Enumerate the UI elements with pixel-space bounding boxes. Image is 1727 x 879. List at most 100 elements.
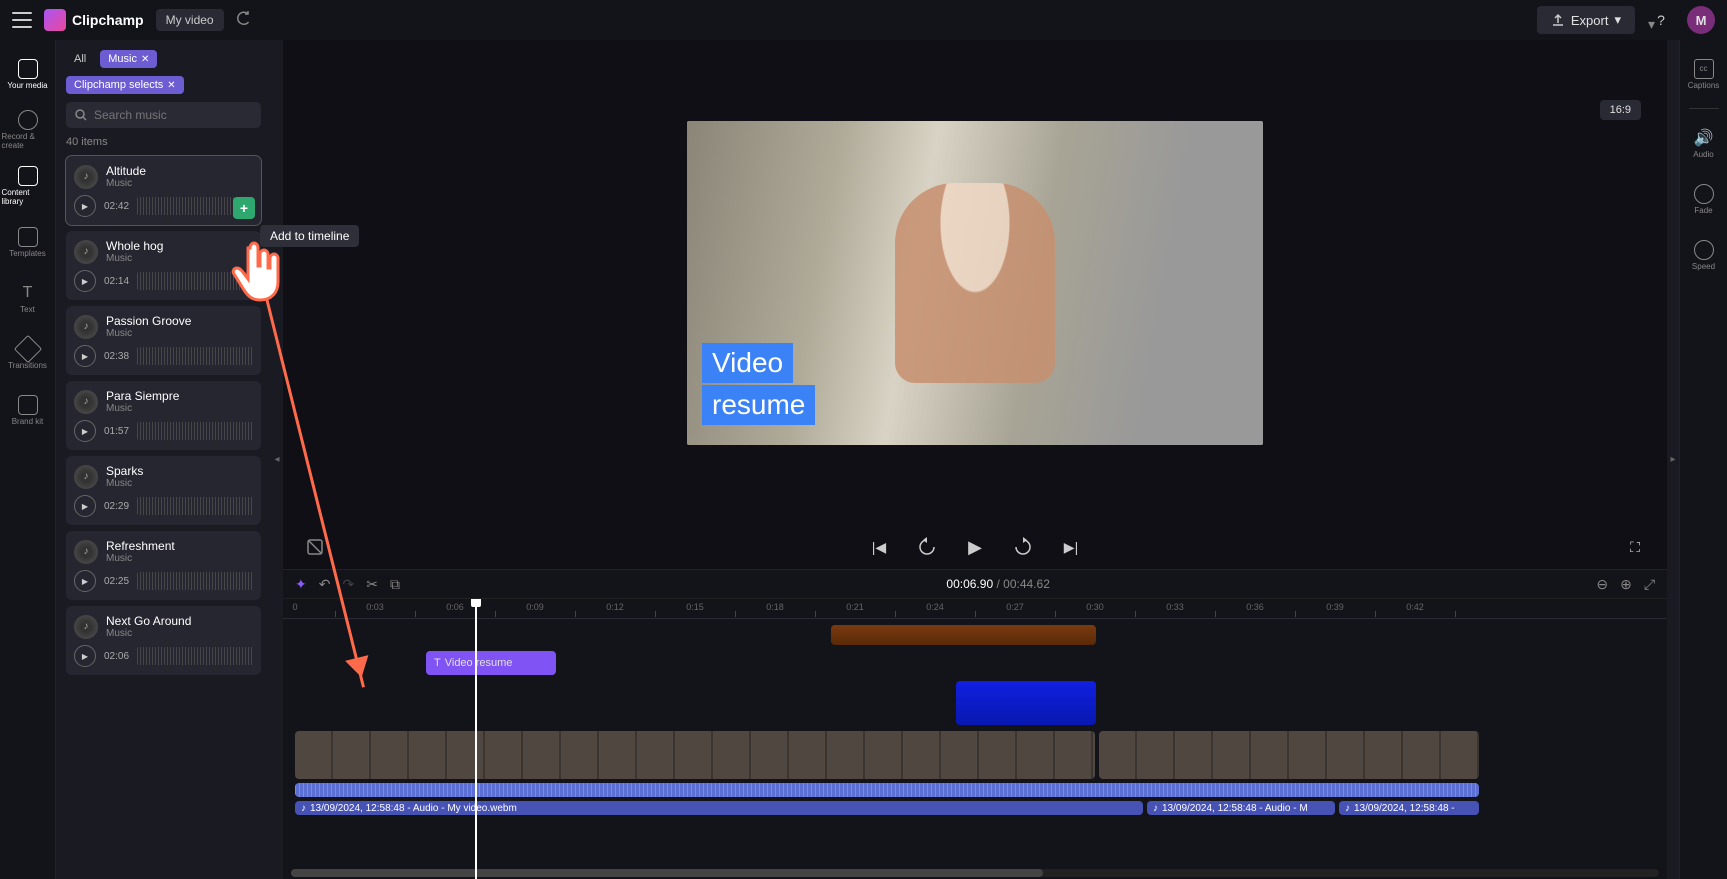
left-rail: Your media Record & create Content libra… — [0, 40, 56, 879]
rail-content-library[interactable]: Content library — [2, 160, 54, 212]
clip-text-overlay[interactable]: TVideo resume — [426, 651, 556, 675]
add-to-timeline-button[interactable]: + — [233, 197, 255, 219]
magic-button[interactable]: ✦ — [295, 576, 307, 593]
zoom-fit-button[interactable]: ⤢ — [1644, 576, 1655, 593]
text-icon: T — [18, 283, 38, 303]
sync-status-icon — [236, 10, 252, 31]
rewind-button[interactable] — [915, 535, 939, 559]
clip-audio-1[interactable]: ♪13/09/2024, 12:58:48 - Audio - My video… — [295, 801, 1143, 815]
project-name[interactable]: My video — [156, 9, 224, 31]
redo-button[interactable]: ↷ — [342, 576, 354, 593]
timeline-ruler[interactable]: 00:030:060:090:120:150:180:210:240:270:3… — [283, 599, 1667, 619]
app-header: Clipchamp My video Export ▾ ? M — [0, 0, 1727, 40]
rail-audio[interactable]: 🔊Audio — [1678, 117, 1727, 169]
clip-video-main[interactable] — [295, 731, 1095, 779]
rail-transitions[interactable]: Transitions — [2, 328, 54, 380]
rail-speed[interactable]: Speed — [1678, 229, 1727, 281]
clip-waveform[interactable] — [295, 783, 1479, 797]
music-item[interactable]: ♪ Passion Groove Music ▶ 02:38 — [66, 306, 261, 375]
play-preview-button[interactable]: ▶ — [74, 570, 96, 592]
color-off-icon[interactable] — [303, 535, 327, 559]
transitions-icon — [13, 334, 41, 362]
ruler-tick: 0:33 — [1166, 602, 1184, 612]
music-note-icon: ♪ — [301, 803, 306, 814]
rail-record-create[interactable]: Record & create — [2, 104, 54, 156]
track-waveform[interactable] — [291, 783, 1667, 797]
play-preview-button[interactable]: ▶ — [74, 270, 96, 292]
user-avatar[interactable]: M — [1687, 6, 1715, 34]
search-box[interactable] — [66, 102, 261, 128]
clip-video-2[interactable] — [1099, 731, 1479, 779]
play-preview-button[interactable]: ▶ — [74, 345, 96, 367]
brand-icon — [18, 395, 38, 415]
playhead[interactable] — [475, 599, 477, 879]
rail-captions[interactable]: ccCaptions — [1678, 48, 1727, 100]
rail-fade[interactable]: Fade — [1678, 173, 1727, 225]
music-note-icon: ♪ — [74, 390, 98, 414]
preview-area: Video resume — [283, 40, 1667, 525]
scrollbar-thumb[interactable] — [291, 869, 1043, 877]
overlay-line-1: Video — [702, 343, 793, 383]
export-label: Export — [1571, 13, 1609, 28]
hamburger-menu-icon[interactable] — [12, 12, 32, 28]
undo-button[interactable]: ↶ — [319, 576, 331, 593]
fullscreen-button[interactable]: ⛶ — [1623, 535, 1647, 559]
clip-orange[interactable] — [831, 625, 1096, 645]
close-icon[interactable]: ✕ — [167, 80, 175, 91]
timeline-scrollbar[interactable] — [291, 869, 1659, 877]
copy-button[interactable]: ⧉ — [390, 576, 400, 593]
music-duration: 02:29 — [104, 501, 129, 512]
track-video[interactable] — [291, 731, 1667, 779]
waveform-icon — [137, 647, 253, 665]
chip-clipchamp-selects[interactable]: Clipchamp selects✕ — [66, 76, 184, 94]
collapse-side-panel[interactable]: ◂ — [271, 40, 283, 879]
chip-music[interactable]: Music✕ — [100, 50, 157, 68]
export-button[interactable]: Export ▾ — [1537, 6, 1635, 34]
timecode-total: 00:44.62 — [1003, 577, 1050, 591]
clip-audio-3[interactable]: ♪13/09/2024, 12:58:48 - — [1339, 801, 1479, 815]
split-button[interactable]: ✂ — [366, 576, 378, 593]
track-overlay-1[interactable] — [291, 623, 1667, 647]
clip-blue[interactable] — [956, 681, 1096, 725]
play-button[interactable]: ▶ — [963, 535, 987, 559]
zoom-out-button[interactable]: ⊖ — [1596, 576, 1608, 593]
forward-button[interactable] — [1011, 535, 1035, 559]
music-item[interactable]: ♪ Altitude Music ▶ 02:42 + — [66, 156, 261, 225]
chip-all[interactable]: All — [66, 50, 94, 68]
app-logo[interactable]: Clipchamp — [44, 9, 144, 31]
track-audio[interactable]: ♪13/09/2024, 12:58:48 - Audio - My video… — [291, 801, 1667, 815]
zoom-in-button[interactable]: ⊕ — [1620, 576, 1632, 593]
media-icon — [18, 59, 38, 79]
play-preview-button[interactable]: ▶ — [74, 195, 96, 217]
ruler-tick: 0:27 — [1006, 602, 1024, 612]
rail-your-media[interactable]: Your media — [2, 48, 54, 100]
skip-forward-button[interactable]: ▶| — [1059, 535, 1083, 559]
skip-back-button[interactable]: |◀ — [867, 535, 891, 559]
captions-icon: cc — [1694, 59, 1714, 79]
timeline[interactable]: 00:030:060:090:120:150:180:210:240:270:3… — [283, 599, 1667, 879]
rail-text[interactable]: TText — [2, 272, 54, 324]
music-note-icon: ♪ — [74, 540, 98, 564]
video-preview[interactable]: Video resume — [687, 121, 1263, 445]
play-preview-button[interactable]: ▶ — [74, 645, 96, 667]
music-item[interactable]: ♪ Para Siempre Music ▶ 01:57 — [66, 381, 261, 450]
speed-icon — [1694, 240, 1714, 260]
timeline-menu-button[interactable]: ▾ — [1648, 16, 1655, 33]
ruler-tick: 0:36 — [1246, 602, 1264, 612]
play-preview-button[interactable]: ▶ — [74, 495, 96, 517]
divider — [1689, 108, 1719, 109]
clip-audio-2[interactable]: ♪13/09/2024, 12:58:48 - Audio - M — [1147, 801, 1335, 815]
music-item[interactable]: ♪ Sparks Music ▶ 02:29 — [66, 456, 261, 525]
music-item[interactable]: ♪ Refreshment Music ▶ 02:25 — [66, 531, 261, 600]
rail-templates[interactable]: Templates — [2, 216, 54, 268]
track-overlay-2[interactable] — [291, 679, 1667, 727]
play-preview-button[interactable]: ▶ — [74, 420, 96, 442]
item-count-label: 40 items — [66, 136, 261, 148]
close-icon[interactable]: ✕ — [141, 54, 149, 65]
music-item[interactable]: ♪ Next Go Around Music ▶ 02:06 — [66, 606, 261, 675]
collapse-right-panel[interactable]: ▸ — [1667, 40, 1679, 879]
track-text[interactable]: TVideo resume — [291, 651, 1667, 675]
search-input[interactable] — [94, 108, 253, 122]
rail-brand-kit[interactable]: Brand kit — [2, 384, 54, 436]
text-icon: T — [434, 657, 441, 669]
